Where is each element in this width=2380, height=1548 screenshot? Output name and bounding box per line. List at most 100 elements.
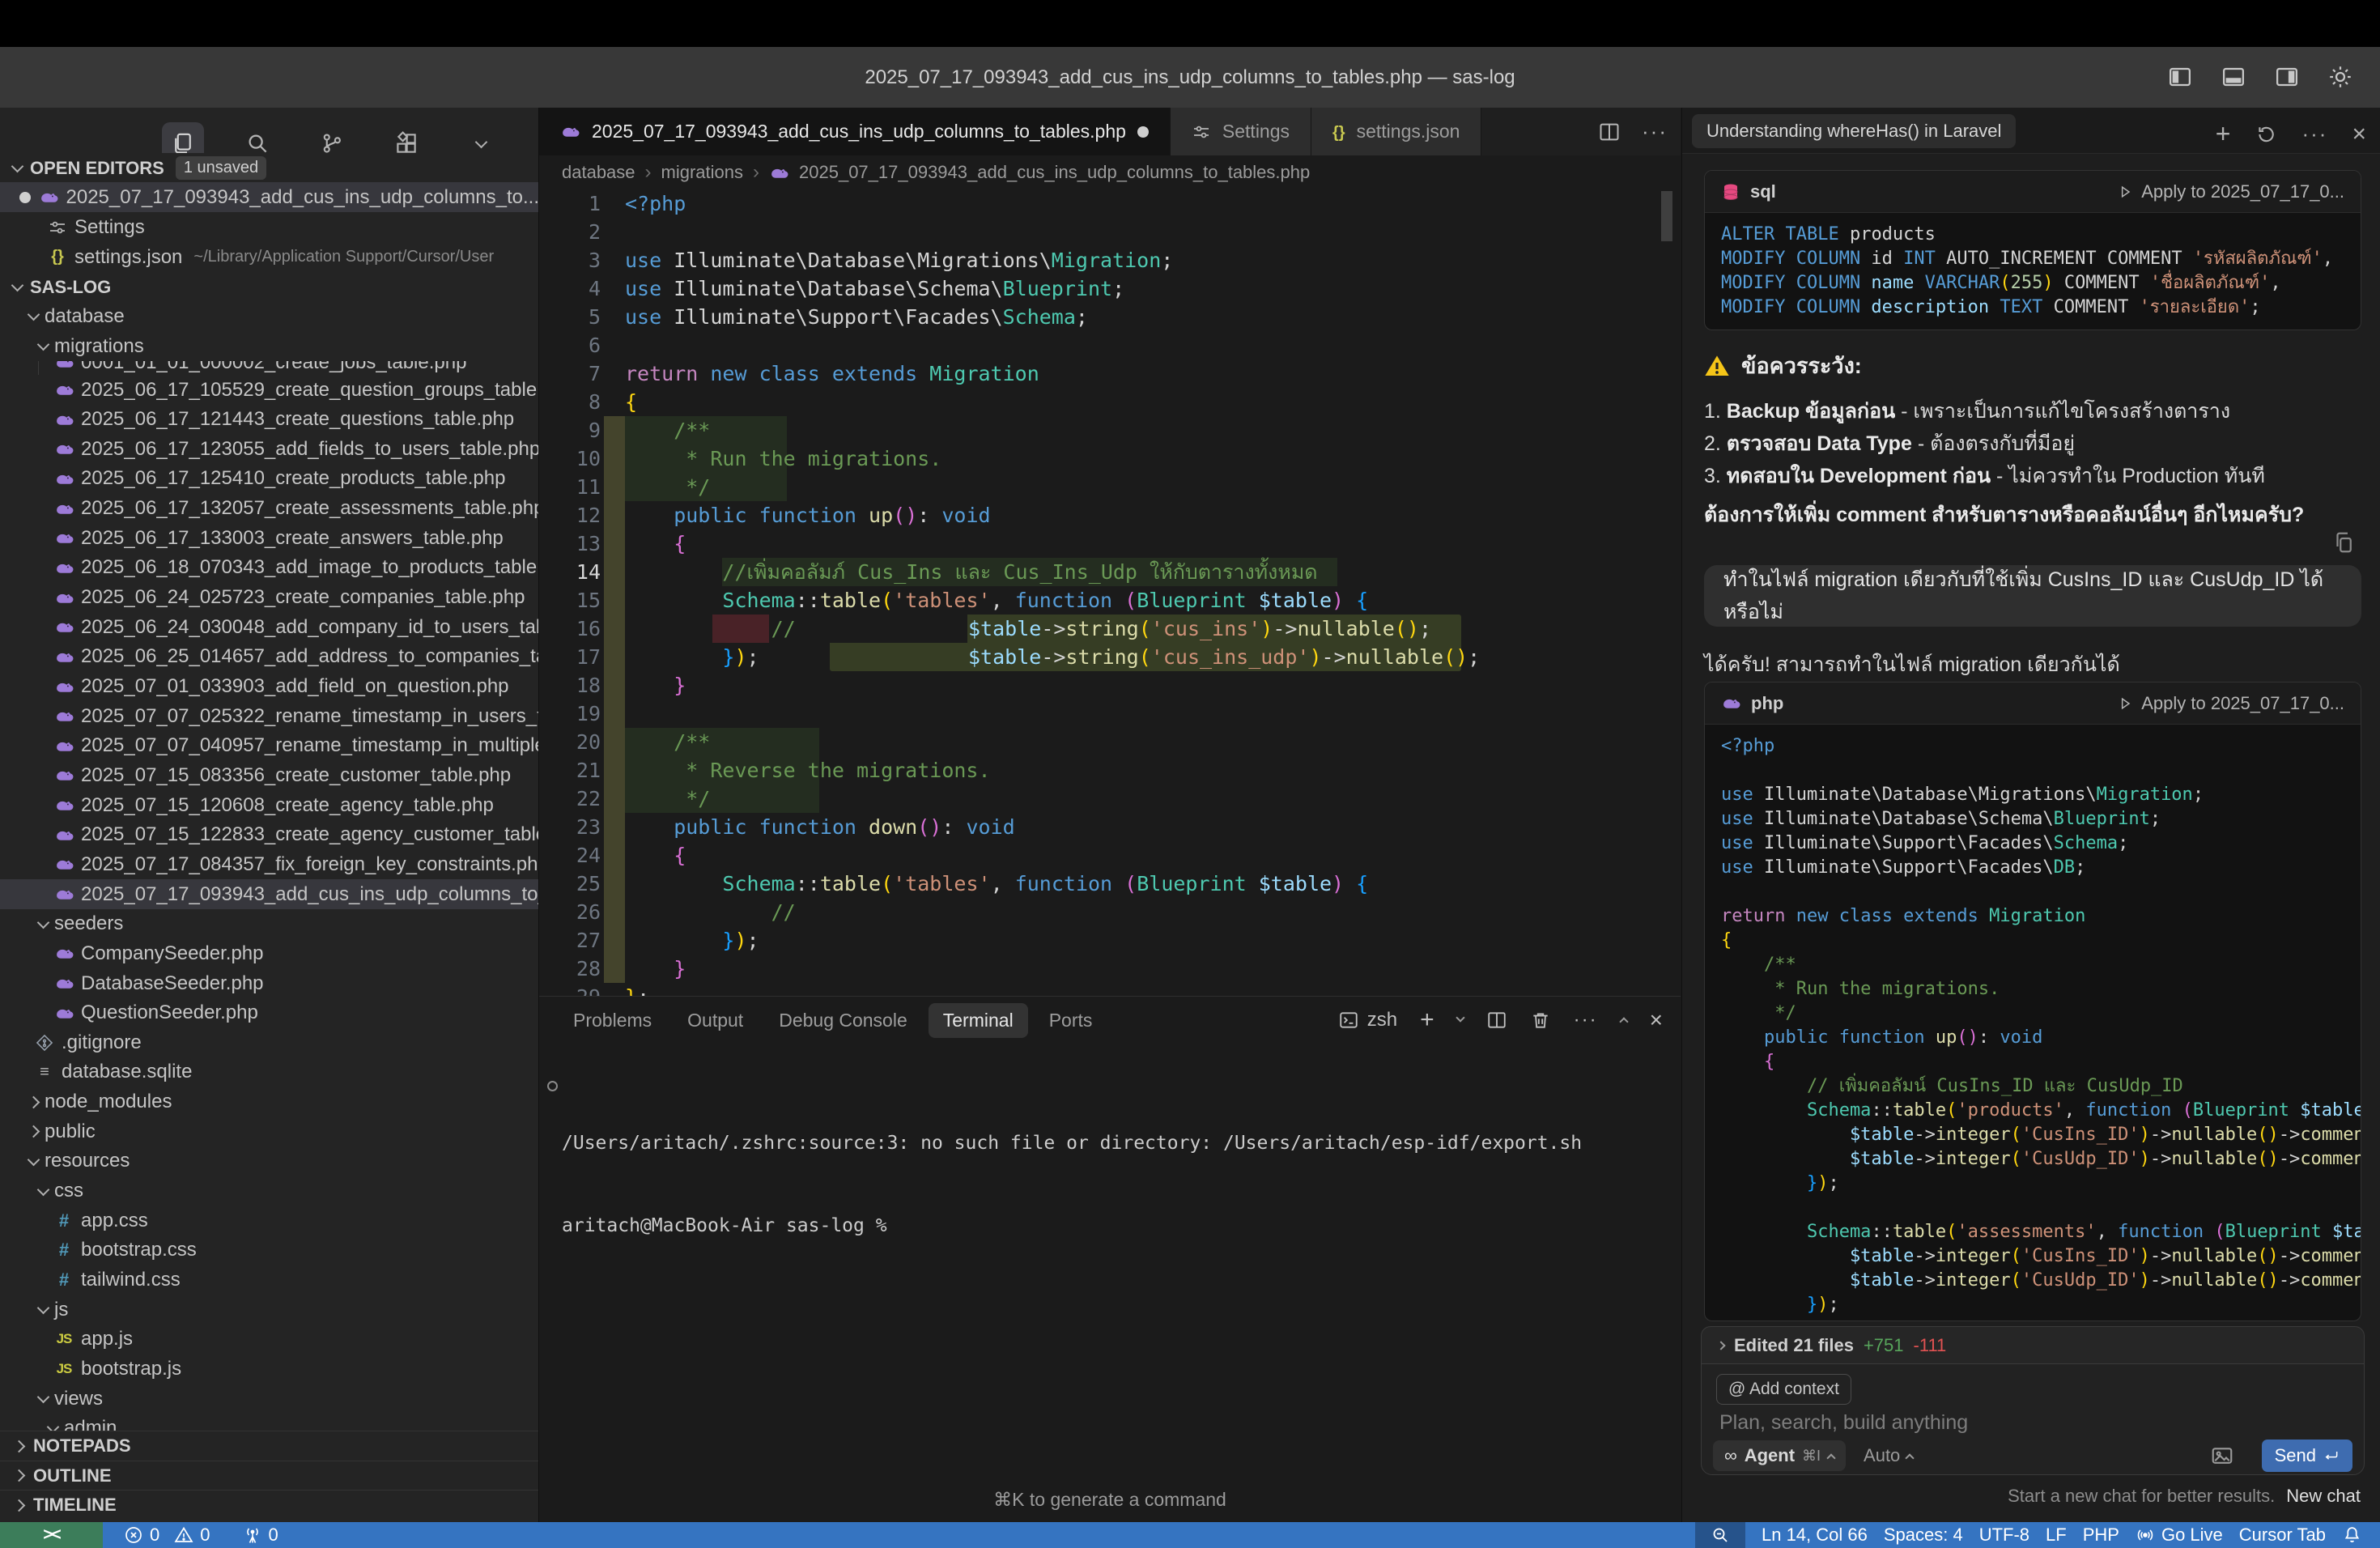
tree-file[interactable]: 2025_06_17_132057_create_assessments_tab… [0,494,539,524]
toggle-right-panel-icon[interactable] [2275,65,2299,89]
inline-suggestion-overlay[interactable]: $table->string('cus_ins')->nullable();$t… [830,615,1461,671]
add-context-button[interactable]: @ Add context [1716,1374,1851,1405]
cursor-position[interactable]: Ln 14, Col 66 [1762,1525,1868,1546]
tree-file[interactable]: QuestionSeeder.php [0,998,539,1028]
tree-file[interactable]: 2025_06_17_105529_create_question_groups… [0,375,539,405]
code-line[interactable]: } [625,955,686,983]
sidebar-section-notepads[interactable]: NOTEPADS [0,1431,539,1461]
tree-folder-migrations[interactable]: migrations [0,331,539,361]
tree-file[interactable]: CompanySeeder.php [0,938,539,968]
attach-image-icon[interactable] [2210,1444,2234,1468]
new-chat-link[interactable]: New chat [2286,1486,2361,1507]
composer-input[interactable]: Plan, search, build anything [1719,1411,1968,1435]
panel-tab-output[interactable]: Output [673,1003,758,1038]
tree-folder-resources[interactable]: resources [0,1146,539,1176]
tree-folder-public[interactable]: public [0,1116,539,1146]
code-line[interactable]: Schema::table('tables', function (Bluepr… [625,586,1368,615]
close-panel-icon[interactable]: × [1650,1007,1663,1033]
tree-file[interactable]: 2025_06_17_125410_create_products_table.… [0,464,539,494]
close-chat-icon[interactable]: × [2352,121,2366,148]
maximize-panel-icon[interactable] [1619,1017,1628,1026]
code-line[interactable]: * Reverse the migrations. [625,756,991,785]
indentation[interactable]: Spaces: 4 [1884,1525,1963,1546]
go-live[interactable]: Go Live [2136,1525,2223,1546]
chat-more-icon[interactable]: ··· [2301,121,2327,147]
tree-file[interactable]: 2025_06_24_030048_add_company_id_to_user… [0,612,539,642]
code-line[interactable]: { [625,529,686,558]
tree-file[interactable]: JSapp.js [0,1325,539,1354]
code-line[interactable]: }); [625,643,759,671]
tree-file[interactable]: 2025_07_01_033903_add_field_on_question.… [0,672,539,702]
tree-file[interactable]: 2025_07_17_084357_fix_foreign_key_constr… [0,849,539,879]
tree-file[interactable]: 2025_07_07_025322_rename_timestamp_in_us… [0,701,539,731]
tree-folder-seeders[interactable]: seeders [0,909,539,939]
tree-folder-views[interactable]: views [0,1384,539,1414]
tree-file[interactable]: ≡database.sqlite [0,1057,539,1087]
split-terminal-icon[interactable] [1486,1010,1507,1031]
project-section-header[interactable]: SAS-LOG [0,272,539,302]
chat-tab[interactable]: Understanding whereHas() in Laravel [1692,114,2016,148]
code-line[interactable]: { [625,388,637,416]
tree-folder-css[interactable]: css [0,1176,539,1206]
problems-status[interactable]: 0 0 [124,1525,210,1546]
tree-folder-js[interactable]: js [0,1295,539,1325]
code-line[interactable]: <?php [625,189,686,218]
sidebar-section-timeline[interactable]: TIMELINE [0,1490,539,1520]
user-message[interactable]: ทำในไฟล์ migration เดียวกับที่ใช้เพิ่ม C… [1704,565,2361,627]
open-editor-item[interactable]: Settings [0,212,539,242]
code-line[interactable]: use Illuminate\Database\Schema\Blueprint… [625,274,1124,303]
edited-files-summary[interactable]: Edited 21 files +751 -111 [1701,1326,2365,1363]
editor-more-actions-icon[interactable]: ··· [1642,119,1668,144]
kill-terminal-icon[interactable] [1530,1010,1551,1031]
chat-composer[interactable]: @ Add context Plan, search, build anythi… [1701,1363,2365,1475]
code-editor[interactable]: 1<?php23use Illuminate\Database\Migratio… [539,189,1681,1023]
ports-status[interactable]: 0 [243,1525,278,1546]
tree-file[interactable]: 2025_07_17_093943_add_cus_ins_udp_column… [0,879,539,909]
breadcrumb[interactable]: database › migrations › 2025_07_17_09394… [539,155,1681,189]
breadcrumb-file[interactable]: 2025_07_17_093943_add_cus_ins_udp_column… [799,162,1310,183]
code-line[interactable]: */ [625,473,710,501]
code-line[interactable]: public function down(): void [625,813,1015,841]
model-selector[interactable]: Auto [1864,1445,1913,1466]
panel-tab-problems[interactable]: Problems [559,1003,666,1038]
eol[interactable]: LF [2046,1525,2067,1546]
shell-label[interactable]: zsh [1338,1009,1397,1031]
terminal-dropdown-icon[interactable] [1456,1013,1464,1022]
code-line[interactable]: } [625,671,686,700]
toggle-left-panel-icon[interactable] [2168,65,2192,89]
chat-history-icon[interactable] [2255,123,2277,146]
agent-mode-selector[interactable]: ∞ Agent ⌘I [1713,1440,1846,1471]
tree-file[interactable]: #tailwind.css [0,1265,539,1295]
code-line[interactable]: { [625,841,686,870]
editor-tab[interactable]: {}settings.json [1311,108,1481,155]
code-line[interactable]: //เพิ่มคอลัมภ์ Cus_Ins และ Cus_Ins_Udp ใ… [625,558,1318,586]
tree-file[interactable]: 2025_07_15_083356_create_customer_table.… [0,760,539,790]
code-line[interactable]: Schema::table('tables', function (Bluepr… [625,870,1368,898]
tree-file[interactable]: DatabaseSeeder.php [0,968,539,998]
tree-file[interactable]: 2025_06_18_070343_add_image_to_products_… [0,553,539,583]
code-line[interactable]: public function up(): void [625,501,991,529]
new-chat-icon[interactable]: + [2216,119,2231,149]
tree-file[interactable]: 2025_07_07_040957_rename_timestamp_in_mu… [0,731,539,761]
tree-file[interactable]: 2025_06_25_014657_add_address_to_compani… [0,642,539,672]
toggle-bottom-panel-icon[interactable] [2221,65,2246,89]
panel-tab-ports[interactable]: Ports [1035,1003,1107,1038]
code-line[interactable]: // [625,898,796,926]
tree-file[interactable]: #bootstrap.css [0,1235,539,1265]
code-line[interactable]: }); [625,926,759,955]
editor-tab[interactable]: Settings [1171,108,1311,155]
terminal-more-icon[interactable]: ··· [1574,1009,1598,1031]
tree-file[interactable]: 2025_07_15_120608_create_agency_table.ph… [0,790,539,820]
cursor-tab-toggle[interactable]: Cursor Tab [2239,1525,2326,1546]
editor-scrollbar[interactable] [1661,191,1672,241]
code-line[interactable]: */ [625,785,710,813]
terminal-output[interactable]: /Users/aritach/.zshrc:source:3: no such … [562,1047,1582,1295]
code-line[interactable]: return new class extends Migration [625,359,1039,388]
copy-icon[interactable] [2331,530,2356,555]
open-editor-item[interactable]: {}settings.json~/Library/Application Sup… [0,242,539,272]
code-line[interactable]: * Run the migrations. [625,444,941,473]
panel-tab-terminal[interactable]: Terminal [929,1003,1028,1038]
send-button[interactable]: Send [2262,1440,2352,1472]
tree-folder-database[interactable]: database [0,301,539,331]
tree-file[interactable]: JSbootstrap.js [0,1354,539,1384]
